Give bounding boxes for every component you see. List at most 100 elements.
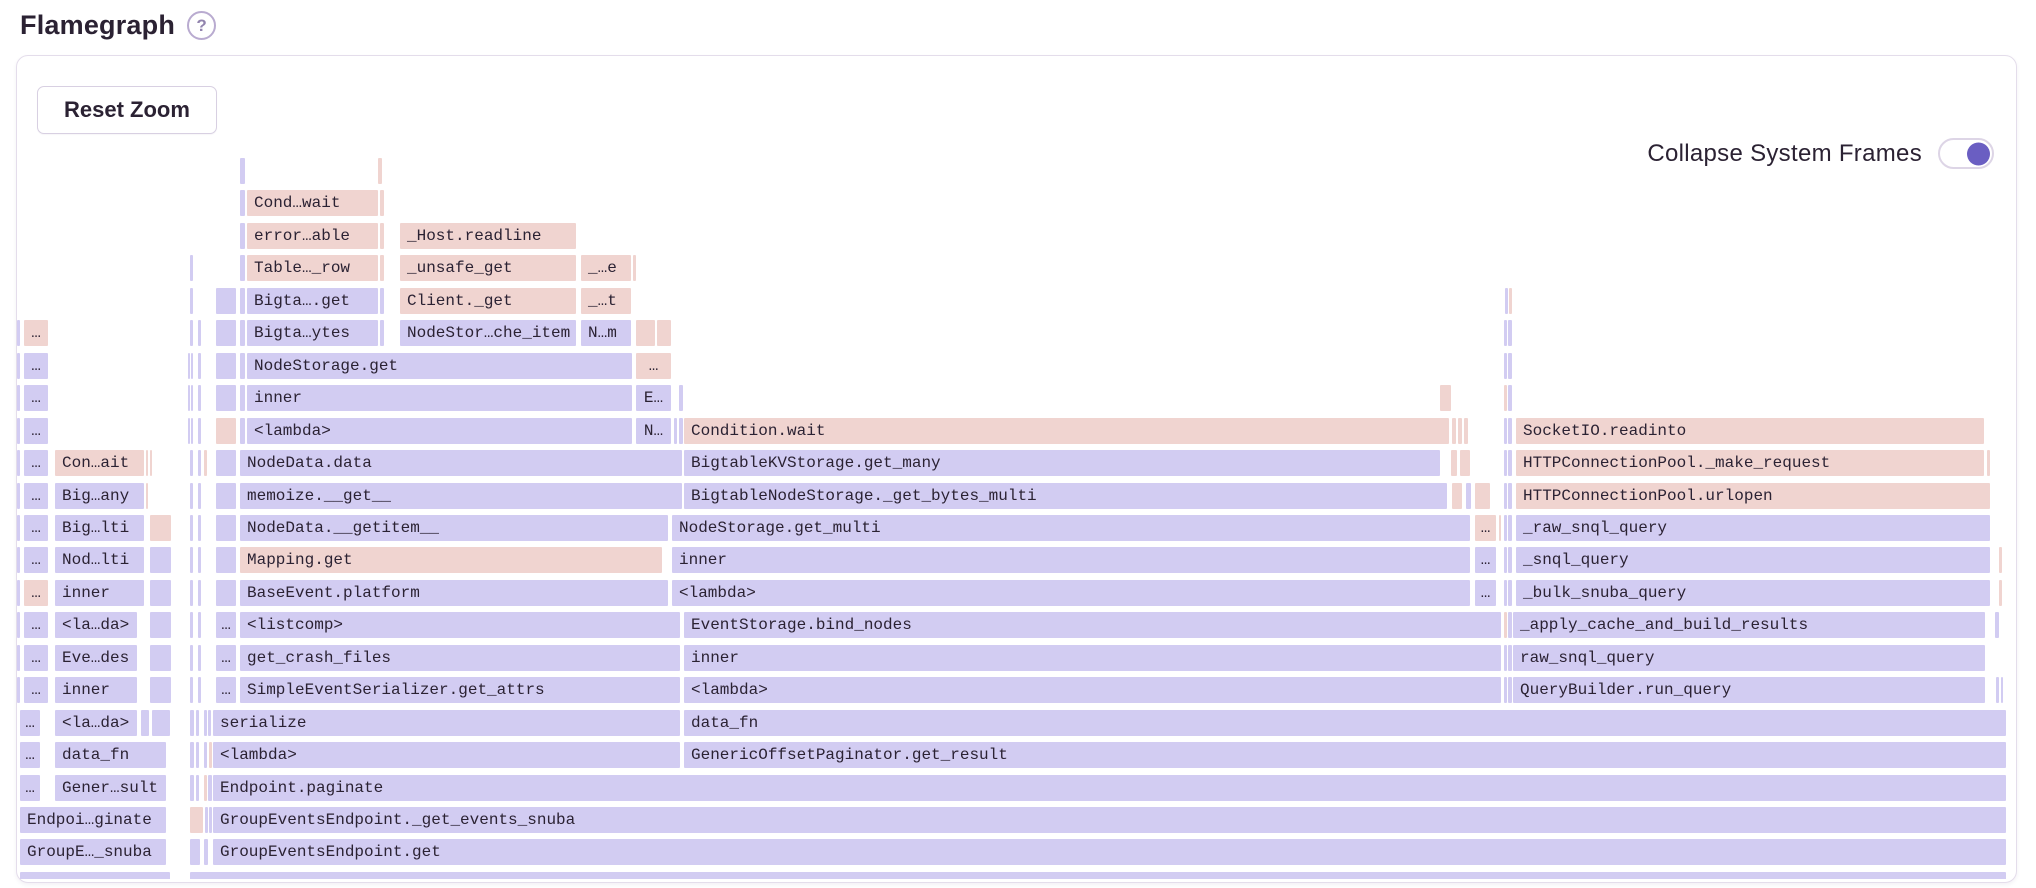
flame-frame[interactable]: QueryBuilder.run_query — [1513, 677, 1985, 703]
flame-frame[interactable]: … — [20, 710, 40, 736]
flame-frame[interactable]: Condition.wait — [684, 418, 1449, 444]
flame-frame[interactable]: data_fn — [55, 742, 166, 768]
flame-frame[interactable] — [198, 677, 201, 703]
flame-frame[interactable] — [190, 483, 193, 509]
flame-frame[interactable]: … — [20, 775, 40, 801]
flame-frame[interactable] — [146, 483, 148, 509]
flame-frame[interactable] — [198, 580, 201, 606]
flame-frame[interactable]: … — [24, 645, 48, 671]
flame-frame[interactable] — [190, 547, 193, 573]
flame-frame[interactable]: inner — [55, 580, 144, 606]
flame-frame[interactable]: raw_snql_query — [1513, 645, 1985, 671]
flame-frame[interactable]: … — [1475, 580, 1496, 606]
flame-frame[interactable]: _raw_snql_query — [1516, 515, 1990, 541]
flame-frame[interactable] — [636, 320, 655, 346]
flame-frame[interactable] — [240, 320, 245, 346]
flame-frame[interactable] — [190, 677, 193, 703]
flame-frame[interactable] — [1508, 353, 1512, 379]
flame-frame[interactable] — [196, 775, 199, 801]
flame-frame[interactable] — [1504, 677, 1507, 703]
flame-frame[interactable]: SocketIO.readinto — [1516, 418, 1984, 444]
flame-frame[interactable] — [378, 158, 382, 184]
flame-frame[interactable] — [240, 190, 245, 216]
flame-frame[interactable] — [1508, 418, 1512, 444]
flame-frame[interactable] — [633, 255, 636, 281]
flame-frame[interactable] — [240, 353, 245, 379]
flame-frame[interactable]: Endpoi…ginate — [20, 807, 166, 833]
flame-frame[interactable]: GenericOffsetPaginator.get_result — [684, 742, 2006, 768]
flame-frame[interactable]: <lambda> — [684, 677, 1501, 703]
flame-frame[interactable] — [216, 385, 236, 411]
flame-frame[interactable] — [216, 353, 236, 379]
flame-frame[interactable]: Eve…des — [55, 645, 137, 671]
flame-frame[interactable]: … — [24, 612, 48, 638]
flame-frame[interactable] — [1504, 320, 1507, 346]
flame-frame[interactable] — [198, 418, 201, 444]
flame-frame[interactable]: NodeStorage.get_multi — [672, 515, 1470, 541]
flame-frame[interactable] — [380, 288, 384, 314]
flame-frame[interactable]: … — [24, 385, 48, 411]
flame-frame[interactable]: Table…_row — [247, 255, 378, 281]
flame-frame[interactable]: _bulk_snuba_query — [1516, 580, 1990, 606]
flame-frame[interactable] — [198, 645, 201, 671]
flame-frame[interactable]: … — [216, 677, 236, 703]
flame-frame[interactable] — [1508, 677, 1512, 703]
flame-frame[interactable]: GroupEventsEndpoint.get — [213, 839, 2006, 865]
flame-frame[interactable]: N… — [636, 418, 671, 444]
flame-frame[interactable] — [1999, 580, 2002, 606]
flame-frame[interactable] — [146, 450, 148, 476]
flame-frame[interactable] — [1995, 612, 1999, 638]
flame-frame[interactable]: Endpoint.paginate — [213, 775, 2006, 801]
flame-frame[interactable]: … — [24, 353, 48, 379]
flame-frame[interactable] — [216, 483, 236, 509]
flame-frame[interactable] — [240, 158, 245, 184]
flame-frame[interactable]: Mapping.get — [240, 547, 662, 573]
flame-frame[interactable] — [1508, 483, 1512, 509]
flame-frame[interactable]: … — [24, 677, 48, 703]
flame-frame[interactable] — [190, 839, 200, 865]
flame-frame[interactable]: memoize.__get__ — [240, 483, 682, 509]
flame-frame[interactable]: data_fn — [684, 710, 2006, 736]
flame-frame[interactable]: … — [216, 645, 236, 671]
flame-frame[interactable]: BaseEvent.platform — [240, 580, 668, 606]
flame-frame[interactable] — [1499, 515, 1501, 541]
flame-frame[interactable] — [204, 742, 207, 768]
flame-frame[interactable] — [1504, 353, 1507, 379]
flame-frame[interactable] — [190, 580, 193, 606]
flame-frame[interactable] — [190, 742, 194, 768]
flame-frame[interactable] — [150, 677, 171, 703]
flame-frame[interactable]: E… — [636, 385, 671, 411]
flame-frame[interactable] — [198, 612, 201, 638]
flame-frame[interactable] — [1509, 288, 1512, 314]
flame-frame[interactable] — [1504, 547, 1507, 573]
flame-frame[interactable] — [1504, 645, 1507, 671]
flame-frame[interactable] — [150, 515, 171, 541]
flame-frame[interactable]: … — [636, 353, 671, 379]
flame-frame[interactable]: get_crash_files — [240, 645, 680, 671]
flame-frame[interactable] — [1504, 580, 1507, 606]
flame-frame[interactable] — [191, 418, 193, 444]
flame-frame[interactable]: NodeStorage.get — [247, 353, 632, 379]
flame-frame[interactable]: serialize — [213, 710, 680, 736]
flame-frame[interactable]: … — [24, 580, 48, 606]
flame-frame[interactable]: HTTPConnectionPool._make_request — [1516, 450, 1984, 476]
flame-frame[interactable] — [216, 580, 236, 606]
flame-frame[interactable]: HTTPConnectionPool.urlopen — [1516, 483, 1990, 509]
flame-frame[interactable] — [188, 353, 190, 379]
flame-frame[interactable] — [216, 320, 236, 346]
flame-frame[interactable] — [208, 775, 212, 801]
flame-frame[interactable] — [1508, 320, 1512, 346]
flame-frame[interactable]: inner — [247, 385, 632, 411]
flame-frame[interactable] — [1999, 547, 2002, 573]
flame-frame[interactable]: <listcomp> — [240, 612, 680, 638]
flame-frame[interactable] — [20, 872, 170, 879]
flame-frame[interactable] — [1508, 515, 1512, 541]
flame-frame[interactable] — [1508, 612, 1512, 638]
flame-frame[interactable] — [679, 418, 683, 444]
flame-frame[interactable] — [216, 450, 236, 476]
flame-frame[interactable] — [17, 580, 20, 606]
flame-frame[interactable] — [204, 450, 207, 476]
flame-frame[interactable] — [198, 450, 201, 476]
flame-frame[interactable] — [1504, 385, 1507, 411]
flame-frame[interactable] — [190, 807, 203, 833]
